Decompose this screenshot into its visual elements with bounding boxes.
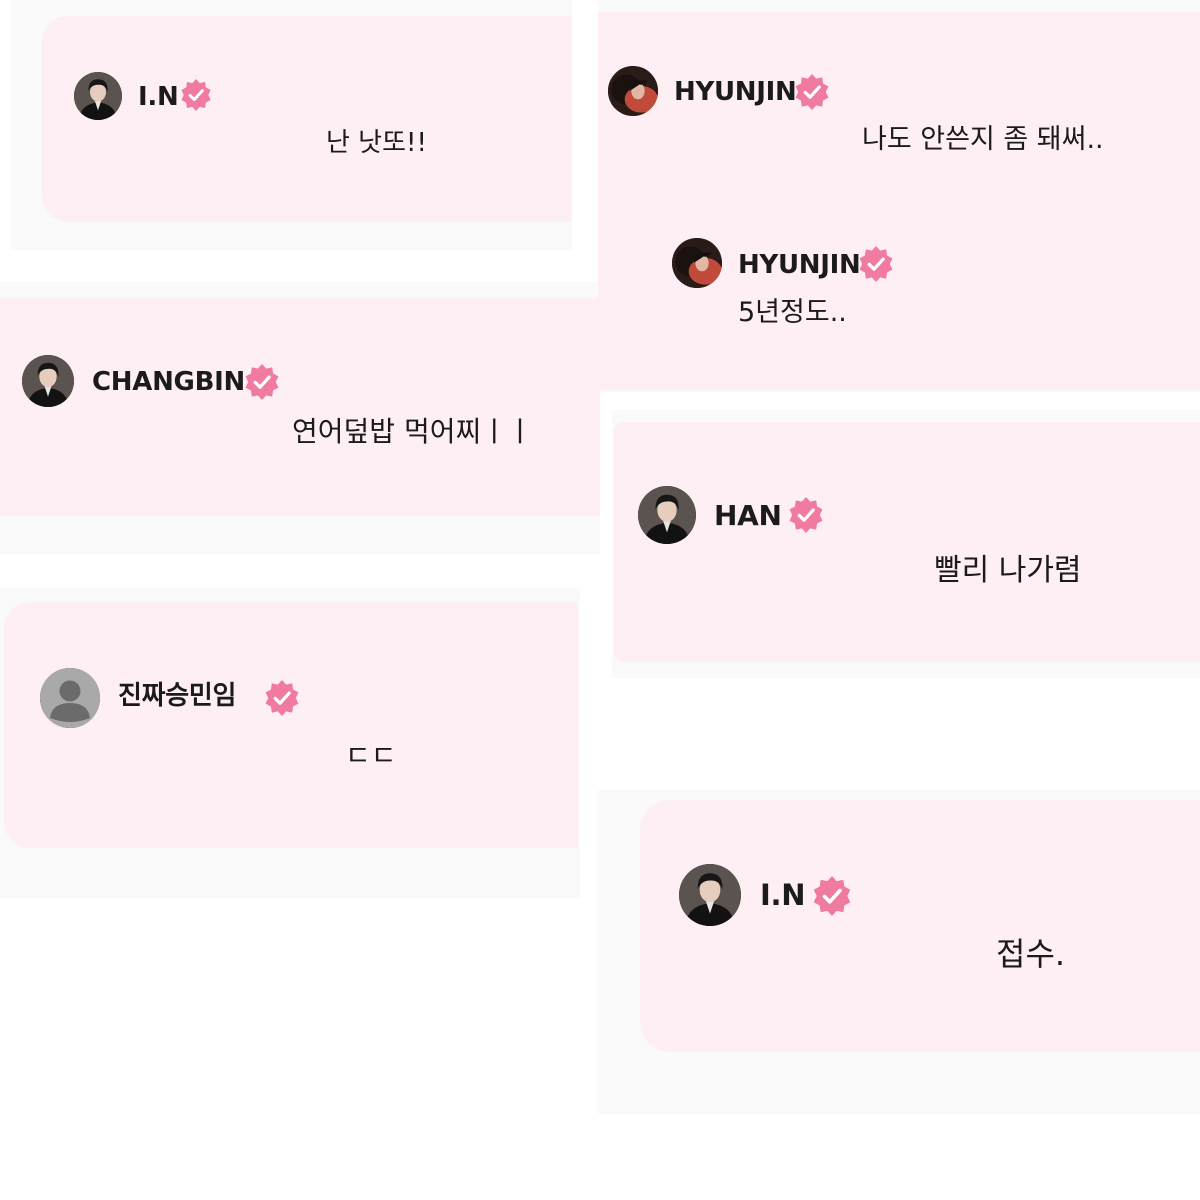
reply-text: 5년정도..	[738, 297, 847, 328]
comment-text: 나도 안쓴지 좀 돼써..	[862, 124, 1104, 155]
username[interactable]: I.N	[760, 881, 805, 910]
comment-text: 연어덮밥 먹어찌ㅣㅣ	[292, 415, 533, 448]
verified-badge-icon	[244, 364, 280, 400]
comment-card	[614, 422, 1200, 662]
verified-badge-icon	[812, 876, 852, 916]
username[interactable]: HAN	[714, 502, 782, 530]
user-avatar[interactable]	[638, 486, 696, 544]
comment-text: 난 낫또!!	[326, 128, 427, 158]
comment-text: 접수.	[996, 935, 1066, 973]
verified-badge-icon	[794, 74, 830, 110]
comment-card	[598, 12, 1200, 390]
username[interactable]: HYUNJIN	[738, 252, 861, 278]
user-avatar[interactable]	[74, 72, 122, 120]
user-avatar[interactable]	[22, 355, 74, 407]
user-avatar[interactable]	[679, 864, 741, 926]
comment-text: ㄷㄷ	[345, 739, 397, 772]
comment-card	[4, 602, 578, 848]
comment-card	[42, 16, 572, 222]
username[interactable]: HYUNJIN	[674, 79, 797, 105]
verified-badge-icon	[788, 497, 824, 533]
default-avatar-icon[interactable]	[40, 668, 100, 728]
username[interactable]: 진짜승민임	[118, 683, 236, 709]
comment-card	[0, 298, 600, 516]
user-avatar[interactable]	[672, 238, 722, 288]
user-avatar[interactable]	[608, 66, 658, 116]
comment-card	[640, 800, 1200, 1052]
username[interactable]: CHANGBIN	[92, 369, 245, 395]
comment-text: 빨리 나가렴	[934, 553, 1082, 588]
verified-badge-icon	[858, 246, 894, 282]
username[interactable]: I.N	[138, 84, 179, 110]
verified-badge-icon	[264, 680, 300, 716]
verified-badge-icon	[180, 79, 212, 111]
